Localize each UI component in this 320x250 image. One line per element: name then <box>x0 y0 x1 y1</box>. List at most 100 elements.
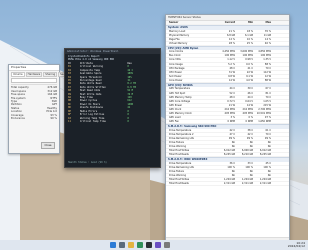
sensor-min: No <box>249 145 253 149</box>
taskbar: 10:24 2024/04/12 <box>0 240 308 250</box>
sensor-current: 100 MHz <box>224 54 235 58</box>
sensor-min: 42 C <box>247 132 253 136</box>
property-label: Endurance <box>11 117 25 121</box>
sensor-max: 2,311 GB <box>259 182 271 186</box>
sensor-current: 21 % <box>228 29 235 33</box>
sensor-max: 81 C <box>265 91 271 95</box>
sensor-max: 2,700 MHz <box>258 107 271 111</box>
sensor-max: 61 C <box>265 128 271 132</box>
sensor-current: 28 % <box>228 41 235 45</box>
report-header: CrystalDiskInfo Report NVMe PCIe 4.0 x4 … <box>65 54 160 62</box>
sensor-current: 6,912 GB <box>223 149 235 153</box>
sensor-current: 8,245 GB <box>223 153 235 157</box>
hwinfo-window: HWiNFO64 Sensor Status Sensor Current Mi… <box>165 14 290 244</box>
sensor-name: GPU Memory Temp <box>169 95 192 99</box>
sensor-min: 25 % <box>246 41 253 45</box>
sensor-name: Drive Temperature <box>169 161 192 165</box>
sensor-name: GPU Memory Clock <box>169 112 192 115</box>
sensor-max: 11 GB <box>263 33 271 37</box>
terminal-icon[interactable] <box>146 242 152 248</box>
sensor-max: 1.05 V <box>263 99 271 103</box>
sensor-min: 210 MHz <box>242 107 253 111</box>
start-icon[interactable] <box>110 242 116 248</box>
property-value: 99 % <box>50 117 57 121</box>
sensor-max: 4,850 MHz <box>258 50 271 54</box>
sensor-max: 100 MHz <box>260 54 271 58</box>
sensor-min: 33 C <box>247 161 253 165</box>
sensor-min: 100 MHz <box>242 54 253 58</box>
sensor-current: 100 % <box>227 165 235 169</box>
sensor-current: No <box>231 174 235 178</box>
sensor-min: 0.0 % <box>246 62 253 66</box>
sensor-min: No <box>249 169 253 173</box>
sensor-min: 38 C <box>247 128 253 132</box>
sensor-name: Drive Temperature <box>169 128 192 132</box>
sensor-min: 44 C <box>247 95 253 99</box>
folder-icon[interactable] <box>128 242 134 248</box>
sensor-name: GPU Power <box>169 103 183 107</box>
sensor-min: 0.64 V <box>245 99 253 103</box>
settings-icon[interactable] <box>164 242 170 248</box>
sensor-name: Core VIDs <box>169 58 181 62</box>
tab-hardware[interactable]: Hardware <box>25 72 43 77</box>
sensor-min: 0.98 V <box>245 58 253 62</box>
sensor-name: Core Usage <box>169 62 183 66</box>
sensor-min: 3,600 MHz <box>240 50 253 54</box>
sensor-min: 405 MHz <box>242 112 253 115</box>
sensor-max: No <box>267 169 271 173</box>
sensor-max: 79 C <box>265 66 271 70</box>
close-button[interactable]: Close <box>41 142 55 149</box>
drive-properties-dialog: Properties Volume Hardware Sharing Secur… <box>8 64 73 154</box>
sensor-min: 4.0 W <box>246 78 253 82</box>
sensor-name: GPU Hot Spot <box>169 91 186 95</box>
sensor-name: Drive Remaining Life <box>169 136 194 140</box>
sensor-current: 3 % <box>230 116 235 120</box>
sensor-max: 112 W <box>263 70 271 74</box>
sensor-current: 5.2 % <box>228 62 235 66</box>
sensor-current: 1,204 GB <box>223 178 235 182</box>
sensor-row[interactable]: Total Host Reads 2,311 GB 2,311 GB 2,311 GB <box>166 182 289 187</box>
sensor-min: 2,311 GB <box>241 182 253 186</box>
sensor-current: 47 C <box>229 132 235 136</box>
terminal-window: Administrator: Windows PowerShell Crysta… <box>64 48 161 168</box>
sensor-name: Total Host Writes <box>169 178 190 182</box>
sensor-name: GPU Clock <box>169 107 182 111</box>
report-line: NVMe PCIe 4.0 x4 Samsung 980 PRO <box>68 58 115 61</box>
sensor-min: 9.1 W <box>246 74 253 78</box>
sensor-name: SoC Power <box>169 74 182 78</box>
sensor-min: 100 % <box>245 165 253 169</box>
sensor-max: 6,912 GB <box>259 149 271 153</box>
sensor-current: 21 W <box>228 103 235 107</box>
drive-name-field[interactable] <box>11 78 57 84</box>
tab-volume[interactable]: Volume <box>11 72 25 77</box>
clock[interactable]: 10:24 2024/04/12 <box>288 242 305 248</box>
sensor-name: GPU Fan <box>169 120 179 124</box>
search-icon[interactable] <box>119 242 125 248</box>
sensor-min: No <box>249 174 253 178</box>
store-icon[interactable] <box>155 242 161 248</box>
sensor-name: Memory Load <box>169 29 186 33</box>
browser-icon[interactable] <box>137 242 143 248</box>
sensor-max: 1.35 V <box>263 58 271 62</box>
sensor-name: CPU Package <box>169 66 185 70</box>
sensor-current: 31 W <box>228 70 235 74</box>
attribute-id: 11 <box>68 119 71 123</box>
attribute-name: Critical Temp Time <box>79 119 106 123</box>
sensor-current: No <box>231 169 235 173</box>
tab-sharing[interactable]: Sharing <box>43 72 58 77</box>
sensor-min: 46 C <box>247 91 253 95</box>
sensor-max: 88 W <box>264 78 271 82</box>
sensor-current: 6.8 GB <box>226 33 235 37</box>
clock-date: 2024/04/12 <box>287 244 305 248</box>
sensor-current: 0.72 V <box>227 99 235 103</box>
sensor-max: No <box>267 174 271 178</box>
sensor-min: 14 W <box>246 103 253 107</box>
sensor-max: No <box>267 145 271 149</box>
sensor-min: 0 RPM <box>245 120 253 124</box>
sensor-name: Total Host Reads <box>169 153 189 157</box>
sensor-name: Virtual Memory <box>169 41 188 45</box>
sensor-max: 100 % <box>263 165 271 169</box>
sensor-min: 99 % <box>246 136 253 140</box>
sensor-current: 99 % <box>228 136 235 140</box>
sensor-name: GPU Load <box>169 116 181 120</box>
